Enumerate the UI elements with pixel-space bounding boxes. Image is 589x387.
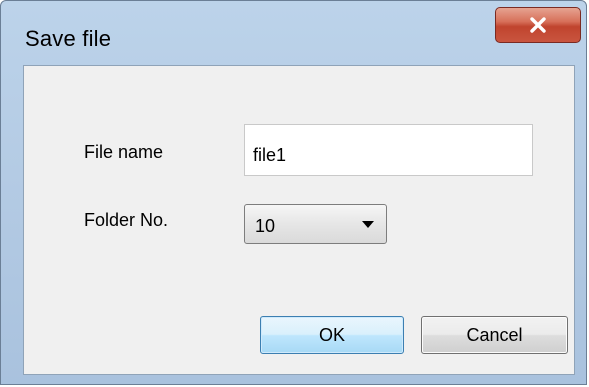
folder-number-dropdown[interactable]: 10 (244, 204, 387, 244)
cancel-button-label: Cancel (466, 324, 523, 345)
close-button[interactable] (495, 7, 581, 43)
cancel-button[interactable]: Cancel (421, 316, 568, 354)
save-file-dialog: Save file File name Folder No. 10 OK Can… (0, 0, 587, 385)
file-name-input[interactable] (244, 124, 533, 176)
dialog-body: File name Folder No. 10 OK Cancel (23, 65, 575, 375)
dropdown-arrow-icon (362, 221, 374, 228)
title-bar[interactable]: Save file (1, 1, 586, 65)
window-title: Save file (25, 26, 112, 51)
file-name-label: File name (84, 142, 164, 162)
folder-number-value: 10 (255, 216, 276, 236)
folder-number-label: Folder No. (84, 210, 169, 230)
ok-button-label: OK (318, 324, 345, 345)
close-icon (529, 17, 547, 33)
ok-button[interactable]: OK (260, 316, 404, 354)
